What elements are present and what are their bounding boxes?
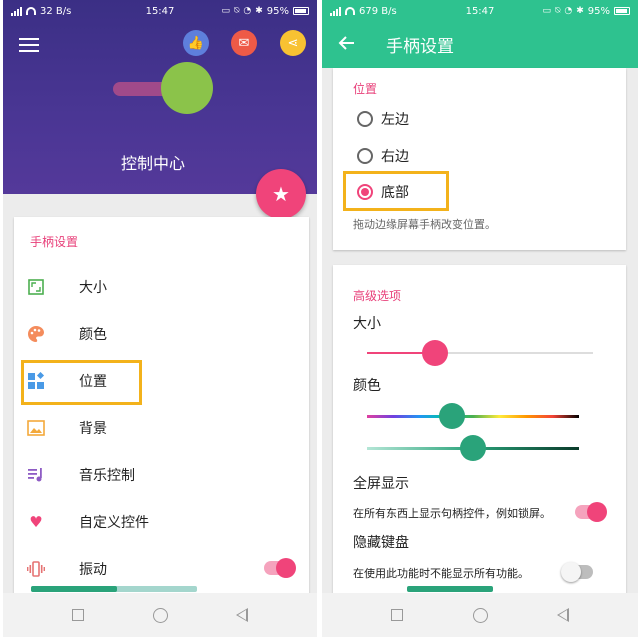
menu-item-custom-controls[interactable]: ♥ 自定义控件	[14, 500, 309, 544]
radio-button[interactable]	[357, 111, 373, 127]
cast-icon: ▭	[221, 6, 230, 16]
signal-icon	[330, 6, 341, 16]
section-title: 手柄设置	[30, 235, 79, 249]
status-bar: 32 B/s 15:47 ▭ ⍉ ◔ ✱ 95%	[3, 0, 317, 22]
vibrate-icon	[27, 560, 45, 578]
scroll-indicator	[31, 586, 197, 592]
hide-keyboard-label: 隐藏键盘	[353, 535, 409, 551]
mail-icon[interactable]: ✉	[231, 30, 257, 56]
hide-keyboard-toggle[interactable]	[561, 562, 593, 582]
wifi-icon	[26, 7, 36, 15]
menu-item-label: 振动	[79, 562, 107, 578]
image-icon	[27, 419, 45, 437]
menu-icon[interactable]	[19, 38, 39, 52]
menu-item-label: 大小	[79, 280, 107, 296]
page-title: 控制中心	[120, 154, 185, 173]
menu-item-label: 背景	[79, 421, 107, 437]
hue-slider-track[interactable]	[367, 415, 579, 418]
position-card: 位置 左边 右边 底部 拖动边缘屏幕手柄改变位置。	[333, 68, 626, 250]
signal-icon	[11, 6, 22, 16]
network-speed: 32 B/s	[40, 5, 72, 17]
left-screen: 32 B/s 15:47 ▭ ⍉ ◔ ✱ 95% 👍 ✉ ⋖ 控制中心 ★ 手柄…	[3, 0, 317, 637]
handle-settings-card: 手柄设置 大小 颜色 位置 背景 音乐控制 ♥ 自定义控件 振动	[14, 217, 309, 597]
shade-slider-knob[interactable]	[460, 435, 486, 461]
highlight-box-bottom	[343, 171, 449, 211]
share-icon[interactable]: ⋖	[280, 30, 306, 56]
page-title: 手柄设置	[386, 37, 454, 57]
navigation-bar	[3, 593, 317, 637]
alarm-icon: ◔	[564, 6, 573, 16]
section-title: 高级选项	[353, 289, 402, 303]
menu-item-music-control[interactable]: 音乐控制	[14, 453, 309, 497]
palette-icon	[27, 325, 45, 343]
recents-icon[interactable]	[71, 609, 84, 621]
advanced-options-card: 高级选项 大小 颜色 全屏显示 在所有东西上显示句柄控件，例如锁屏。 隐藏键盘 …	[333, 265, 626, 595]
radio-label: 左边	[381, 112, 409, 128]
scroll-indicator	[407, 586, 493, 592]
position-hint: 拖动边缘屏幕手柄改变位置。	[353, 218, 496, 231]
heart-icon: ♥	[29, 513, 43, 531]
fullscreen-description: 在所有东西上显示句柄控件，例如锁屏。	[353, 507, 551, 520]
radio-right[interactable]: 右边	[357, 146, 409, 166]
fullscreen-label: 全屏显示	[353, 476, 409, 492]
recents-icon[interactable]	[391, 609, 404, 621]
app-bar: 679 B/s 15:47 ▭ ⍉ ◔ ✱ 95% 手柄设置	[322, 0, 638, 68]
wifi-icon	[345, 7, 355, 15]
hue-slider-knob[interactable]	[438, 403, 465, 429]
cast-icon: ▭	[542, 6, 551, 16]
color-label: 颜色	[353, 378, 381, 394]
menu-item-size[interactable]: 大小	[14, 265, 309, 309]
radio-button[interactable]	[357, 148, 373, 164]
battery-icon	[614, 7, 630, 15]
battery-percent: 95%	[266, 5, 289, 17]
bluetooth-icon: ✱	[255, 6, 263, 16]
mute-icon: ⍉	[554, 6, 561, 16]
thumbs-up-icon[interactable]: 👍	[183, 30, 209, 56]
navigation-bar	[322, 593, 638, 637]
resize-icon	[27, 278, 45, 296]
vibration-toggle[interactable]	[264, 558, 296, 578]
home-icon[interactable]	[472, 607, 488, 623]
size-label: 大小	[353, 316, 381, 332]
home-icon[interactable]	[152, 607, 168, 623]
menu-item-background[interactable]: 背景	[14, 406, 309, 450]
right-screen: 679 B/s 15:47 ▭ ⍉ ◔ ✱ 95% 手柄设置 位置 左边 右边	[322, 0, 638, 637]
back-icon[interactable]	[236, 608, 249, 622]
alarm-icon: ◔	[243, 6, 252, 16]
mute-icon: ⍉	[233, 6, 240, 16]
status-bar: 679 B/s 15:47 ▭ ⍉ ◔ ✱ 95%	[322, 0, 638, 22]
menu-item-vibration[interactable]: 振动	[14, 547, 309, 591]
control-center-header: 32 B/s 15:47 ▭ ⍉ ◔ ✱ 95% 👍 ✉ ⋖ 控制中心	[3, 0, 317, 194]
network-speed: 679 B/s	[359, 5, 397, 17]
highlight-box-position	[21, 360, 142, 405]
menu-item-label: 音乐控制	[79, 468, 135, 484]
battery-icon	[293, 7, 309, 15]
menu-item-color[interactable]: 颜色	[14, 312, 309, 356]
music-queue-icon	[27, 466, 45, 484]
menu-item-label: 自定义控件	[79, 515, 149, 531]
section-title: 位置	[353, 82, 378, 96]
fullscreen-toggle[interactable]	[575, 502, 607, 522]
star-fab-button[interactable]: ★	[256, 169, 306, 219]
menu-item-label: 颜色	[79, 327, 107, 343]
hide-keyboard-description: 在使用此功能时不能显示所有功能。	[353, 567, 529, 580]
handle-preview-knob	[161, 62, 213, 114]
size-slider-knob[interactable]	[421, 340, 448, 366]
battery-percent: 95%	[587, 5, 610, 17]
back-icon[interactable]	[556, 608, 569, 622]
back-arrow-icon[interactable]	[338, 34, 356, 52]
radio-left[interactable]: 左边	[357, 109, 409, 129]
bluetooth-icon: ✱	[576, 6, 584, 16]
radio-label: 右边	[381, 149, 409, 165]
